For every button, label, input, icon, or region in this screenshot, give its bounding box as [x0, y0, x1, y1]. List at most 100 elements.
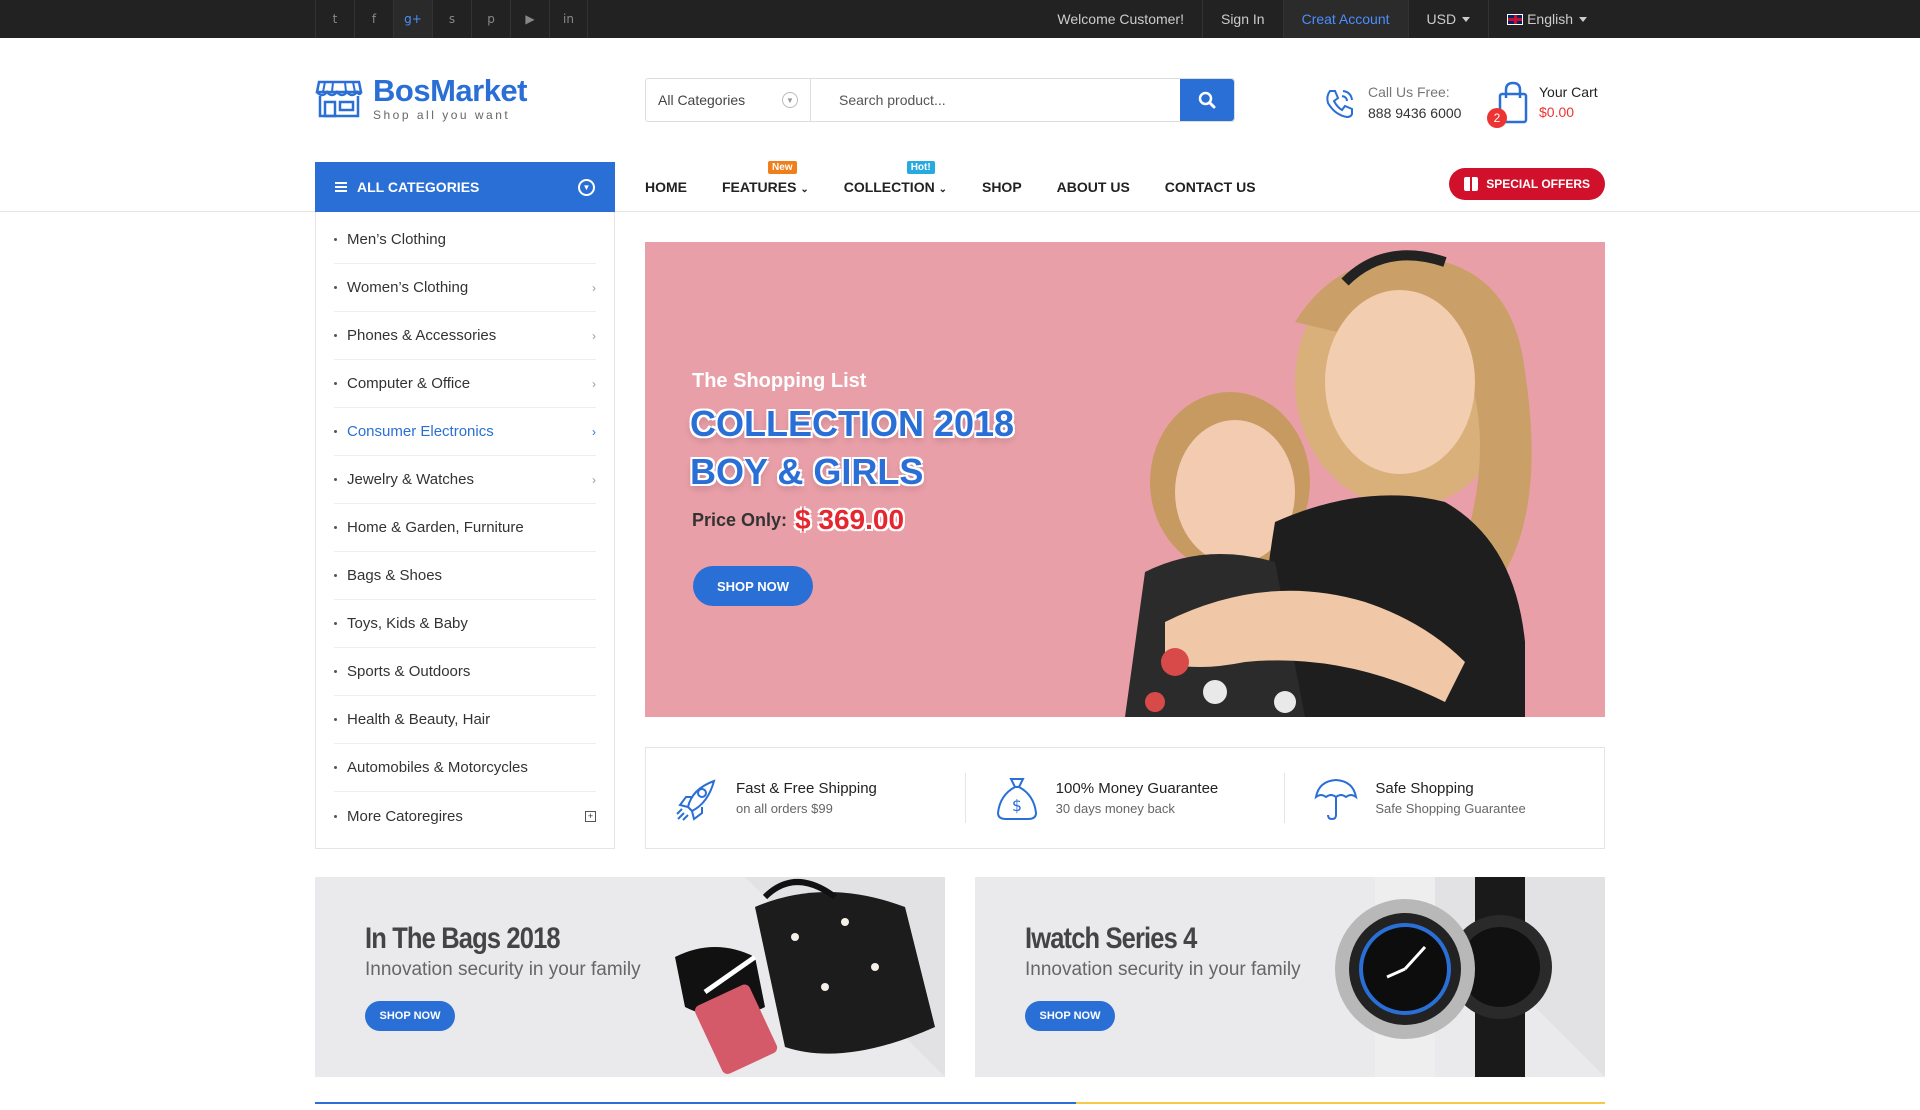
hero-price: Price Only: $ 369.00: [692, 504, 904, 536]
search-button[interactable]: [1180, 79, 1234, 121]
cart-count-badge: 2: [1487, 108, 1507, 128]
hero-title-line1: COLLECTION 2018: [690, 403, 1015, 444]
main-nav-bar: ALL CATEGORIES ▼ HOME New FEATURES ⌄ Hot!…: [0, 161, 1920, 212]
logo-tagline: Shop all you want: [373, 108, 511, 122]
category-label: Home & Garden, Furniture: [347, 519, 524, 536]
store-icon: [315, 80, 363, 118]
category-label: Phones & Accessories: [347, 327, 497, 344]
nav-about-us[interactable]: ABOUT US: [1057, 179, 1130, 195]
special-offers-button[interactable]: SPECIAL OFFERS: [1449, 168, 1605, 200]
category-item[interactable]: Computer & Office ›: [334, 360, 596, 408]
all-categories-button[interactable]: ALL CATEGORIES ▼: [315, 162, 615, 212]
bullet: [334, 766, 337, 769]
cart-amount: $0.00: [1539, 104, 1575, 120]
category-item-active[interactable]: Consumer Electronics ›: [334, 408, 596, 456]
special-offers-label: SPECIAL OFFERS: [1486, 177, 1590, 191]
banner-watch[interactable]: Iwatch Series 4 Innovation security in y…: [975, 877, 1605, 1077]
banner-subtitle: Innovation security in your family: [1025, 959, 1301, 980]
category-label: Health & Beauty, Hair: [347, 711, 491, 728]
nav-home[interactable]: HOME: [645, 179, 687, 195]
rocket-icon: [676, 779, 716, 821]
category-item[interactable]: Bags & Shoes: [334, 552, 596, 600]
nav-shop[interactable]: SHOP: [982, 179, 1022, 195]
category-label: Consumer Electronics: [347, 423, 494, 440]
category-item[interactable]: Phones & Accessories ›: [334, 312, 596, 360]
chevron-down-icon: ▼: [578, 178, 595, 196]
youtube-icon[interactable]: ▶: [510, 0, 549, 38]
search-category-select[interactable]: All Categories ▼: [646, 79, 811, 121]
more-categories[interactable]: More Catoregires +: [334, 792, 596, 840]
gift-icon: [1464, 177, 1479, 191]
banner-shop-now-button[interactable]: SHOP NOW: [1025, 1001, 1115, 1031]
category-item[interactable]: Jewelry & Watches ›: [334, 456, 596, 504]
language-select[interactable]: English: [1488, 0, 1605, 38]
nav-features[interactable]: New FEATURES ⌄: [722, 161, 809, 195]
logo-title: BosMarket: [373, 73, 528, 108]
main-menu: HOME New FEATURES ⌄ Hot! COLLECTION ⌄ SHOP…: [645, 161, 1291, 212]
hero-image: [1125, 250, 1532, 717]
hero-price-label: Price Only:: [692, 509, 788, 530]
nav-contact-label: CONTACT US: [1164, 179, 1256, 195]
bullet: [334, 382, 337, 385]
category-label: Jewelry & Watches: [347, 471, 474, 488]
category-label: Computer & Office: [347, 375, 471, 392]
hero-shop-now-button[interactable]: SHOP NOW: [693, 566, 813, 606]
currency-select[interactable]: USD: [1407, 0, 1489, 38]
nav-collection-label: COLLECTION: [843, 179, 935, 195]
menu-icon: [335, 180, 347, 194]
hero-banner: The Shopping List COLLECTION 2018 BOY & …: [645, 242, 1605, 717]
category-item[interactable]: Automobiles & Motorcycles: [334, 744, 596, 792]
call-number: 888 9436 6000: [1368, 105, 1462, 121]
banner-bags[interactable]: In The Bags 2018 Innovation security in …: [315, 877, 945, 1077]
category-label: Bags & Shoes: [347, 567, 443, 584]
category-item[interactable]: Home & Garden, Furniture: [334, 504, 596, 552]
linkedin-icon[interactable]: in: [549, 0, 588, 38]
nav-about-label: ABOUT US: [1056, 179, 1130, 195]
create-account-link[interactable]: Creat Account: [1282, 0, 1408, 38]
nav-collection[interactable]: Hot! COLLECTION ⌄: [843, 161, 947, 195]
bullet: [334, 622, 337, 625]
chevron-right-icon: ›: [592, 424, 596, 439]
category-item[interactable]: Men’s Clothing: [334, 216, 596, 264]
twitter-icon[interactable]: t: [315, 0, 354, 38]
feature-safe: Safe Shopping Safe Shopping Guarantee: [1285, 773, 1604, 823]
search-input[interactable]: [811, 79, 1180, 121]
category-label: Men’s Clothing: [347, 231, 446, 248]
category-item[interactable]: Women’s Clothing ›: [334, 264, 596, 312]
nav-shop-label: SHOP: [981, 179, 1022, 195]
google-plus-icon[interactable]: g+: [393, 0, 432, 38]
feature-subtitle: on all orders $99: [736, 801, 833, 816]
category-item[interactable]: Toys, Kids & Baby: [334, 600, 596, 648]
bullet: [334, 286, 337, 289]
logo[interactable]: BosMarket Shop all you want: [315, 73, 528, 122]
skype-icon[interactable]: s: [432, 0, 471, 38]
bullet: [334, 526, 337, 529]
bullet: [334, 718, 337, 721]
chevron-down-icon: ⌄: [938, 184, 947, 195]
banner-shop-now-button[interactable]: SHOP NOW: [365, 1001, 455, 1031]
nav-contact-us[interactable]: CONTACT US: [1165, 179, 1256, 195]
social-links: t f g+ s p ▶ in: [315, 0, 588, 38]
category-item[interactable]: Health & Beauty, Hair: [334, 696, 596, 744]
bullet: [334, 430, 337, 433]
chevron-right-icon: ›: [592, 472, 596, 487]
call-label: Call Us Free:: [1368, 84, 1450, 100]
hero-title-line2: BOY & GIRLS: [690, 451, 924, 492]
search-bar: All Categories ▼: [645, 78, 1235, 122]
category-item[interactable]: Sports & Outdoors: [334, 648, 596, 696]
chevron-right-icon: ›: [592, 376, 596, 391]
watch-image: [1335, 877, 1552, 1077]
call-us: Call Us Free: 888 9436 6000: [1322, 82, 1461, 124]
category-sidebar: Men’s Clothing Women’s Clothing › Phones …: [315, 212, 615, 849]
bullet: [334, 814, 337, 818]
pinterest-icon[interactable]: p: [471, 0, 510, 38]
features-strip: Fast & Free Shipping on all orders $99 $…: [645, 747, 1605, 849]
hero-title: COLLECTION 2018 BOY & GIRLS: [690, 400, 1014, 496]
chevron-right-icon: ›: [592, 280, 596, 295]
cart[interactable]: 2 Your Cart $0.00: [1487, 80, 1598, 128]
category-label: More Catoregires: [347, 807, 463, 825]
facebook-icon[interactable]: f: [354, 0, 393, 38]
chevron-down-icon: [1579, 16, 1587, 22]
feature-shipping: Fast & Free Shipping on all orders $99: [646, 773, 966, 823]
sign-in-link[interactable]: Sign In: [1201, 0, 1283, 38]
